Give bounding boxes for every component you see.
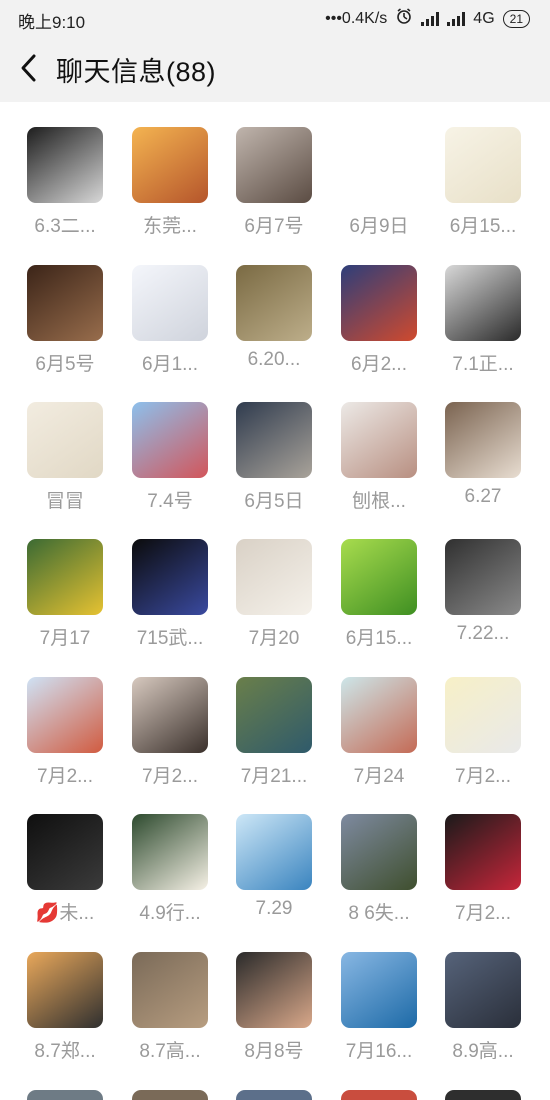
- media-thumbnail[interactable]: [445, 677, 521, 753]
- media-label: 8.7郑...: [34, 1041, 96, 1062]
- media-label: 7.1正...: [452, 354, 514, 375]
- status-time: 晚上9:10: [18, 13, 86, 32]
- media-thumbnail[interactable]: [236, 539, 312, 615]
- media-label: 东莞...: [143, 216, 197, 237]
- media-label: 6月7号: [244, 216, 304, 237]
- media-label: 6月2...: [351, 354, 407, 375]
- media-label: 7月2...: [37, 766, 93, 787]
- media-label: 7月2...: [455, 903, 511, 924]
- media-thumbnail[interactable]: [132, 1090, 208, 1100]
- media-thumbnail[interactable]: [236, 127, 312, 203]
- status-right: •••0.4K/s 4G 21: [325, 7, 530, 30]
- media-label: 冒冒: [45, 491, 84, 512]
- chevron-left-icon: [21, 54, 36, 82]
- media-thumbnail[interactable]: [236, 1090, 312, 1100]
- media-thumbnail[interactable]: [341, 814, 417, 890]
- media-thumbnail[interactable]: [445, 539, 521, 615]
- media-label: 715武...: [136, 628, 204, 649]
- media-thumbnail[interactable]: [341, 265, 417, 341]
- media-label: 6.3二...: [34, 216, 96, 237]
- status-bar: 晚上9:10 •••0.4K/s 4G 21: [0, 0, 550, 34]
- media-label: 8月8号: [244, 1041, 304, 1062]
- media-label: 7.22...: [456, 623, 510, 644]
- media-thumbnail[interactable]: [27, 677, 103, 753]
- media-label: 7月21...: [240, 766, 308, 787]
- media-label: 7月24: [353, 766, 405, 787]
- media-thumbnail[interactable]: [341, 952, 417, 1028]
- media-label: 7.4号: [147, 491, 193, 512]
- alarm-icon: [395, 7, 413, 30]
- page-title: 聊天信息(88): [56, 57, 217, 87]
- media-thumbnail[interactable]: [341, 677, 417, 753]
- header-bar: 聊天信息(88): [0, 34, 550, 102]
- media-label: 8.9高...: [452, 1041, 514, 1062]
- media-label: 7月2...: [455, 766, 511, 787]
- signal-icon: [421, 11, 440, 26]
- media-label: 6月5号: [35, 354, 95, 375]
- media-thumbnail[interactable]: [236, 265, 312, 341]
- media-thumbnail[interactable]: [27, 402, 103, 478]
- media-thumbnail[interactable]: [27, 1090, 103, 1100]
- media-thumbnail[interactable]: [236, 952, 312, 1028]
- media-thumbnail[interactable]: [445, 127, 521, 203]
- network-speed: •••0.4K/s: [325, 9, 388, 27]
- media-label: 8 6失...: [348, 903, 410, 924]
- media-thumbnail[interactable]: [27, 127, 103, 203]
- media-label: 6月5日: [244, 491, 304, 512]
- media-label: 7月17: [39, 628, 91, 649]
- media-label: 6月15...: [449, 216, 517, 237]
- hd-signal-icon: [447, 11, 466, 26]
- media-label: 6月1...: [142, 354, 198, 375]
- media-thumbnail[interactable]: [132, 814, 208, 890]
- media-thumbnail[interactable]: [132, 127, 208, 203]
- media-thumbnail[interactable]: [27, 539, 103, 615]
- media-label: 6.20...: [247, 349, 301, 370]
- media-thumbnail[interactable]: [445, 1090, 521, 1100]
- media-thumbnail[interactable]: [27, 265, 103, 341]
- media-thumbnail[interactable]: [341, 1090, 417, 1100]
- media-thumbnail[interactable]: [445, 952, 521, 1028]
- media-label: 6月9日: [349, 216, 409, 237]
- media-label: 💋未...: [35, 903, 95, 924]
- media-thumbnail[interactable]: [132, 539, 208, 615]
- network-type: 4G: [473, 9, 495, 27]
- media-thumbnail[interactable]: [445, 265, 521, 341]
- media-thumbnail[interactable]: [132, 402, 208, 478]
- media-label: 6月15...: [345, 628, 413, 649]
- media-thumbnail[interactable]: [132, 265, 208, 341]
- media-thumbnail[interactable]: [132, 952, 208, 1028]
- media-thumbnail[interactable]: [27, 814, 103, 890]
- media-label: 7月2...: [142, 766, 198, 787]
- media-thumbnail[interactable]: [445, 402, 521, 478]
- media-thumbnail[interactable]: [236, 814, 312, 890]
- media-thumbnail[interactable]: [236, 402, 312, 478]
- media-label: 6.27: [464, 486, 502, 507]
- media-label: 7.29: [255, 898, 293, 919]
- battery-indicator: 21: [502, 9, 530, 28]
- media-label: 8.7高...: [139, 1041, 201, 1062]
- media-thumbnail[interactable]: [445, 814, 521, 890]
- media-thumbnail[interactable]: [27, 952, 103, 1028]
- media-label: 4.9行...: [139, 903, 201, 924]
- media-label: 7月20: [248, 628, 300, 649]
- media-label: 7月16...: [345, 1041, 413, 1062]
- media-grid: 6.3二... 东莞... 6月7号 6月9日 6月15... 6月5号 6月1... 6.2…: [0, 102, 550, 1100]
- media-thumbnail[interactable]: [341, 539, 417, 615]
- back-button[interactable]: [14, 50, 44, 86]
- media-thumbnail[interactable]: [132, 677, 208, 753]
- media-thumbnail[interactable]: [236, 677, 312, 753]
- media-thumbnail[interactable]: [341, 402, 417, 478]
- media-label: 刨根...: [352, 491, 406, 512]
